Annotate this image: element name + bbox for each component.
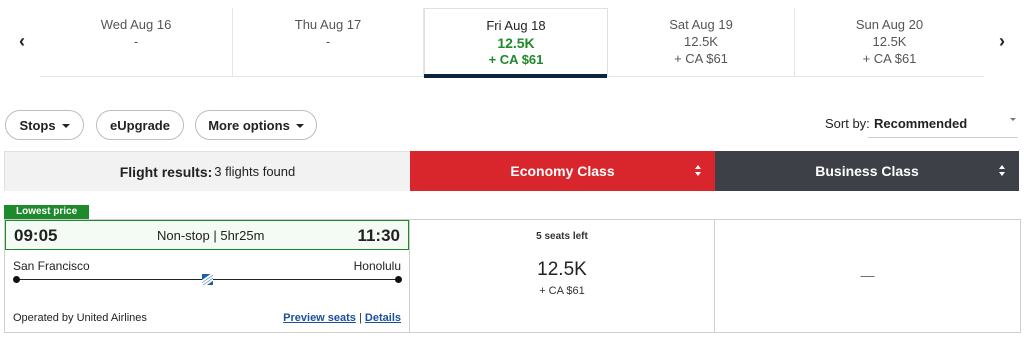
sort-arrows-icon: [695, 165, 703, 177]
economy-fare-cell[interactable]: 5 seats left 12.5K + CA $61: [410, 219, 715, 333]
chevron-right-icon[interactable]: ›: [992, 30, 1012, 52]
date-price: -: [325, 34, 331, 49]
seats-left-text: 5 seats left: [536, 231, 588, 242]
date-label: Wed Aug 16: [100, 17, 172, 32]
date-label: Sun Aug 20: [855, 17, 924, 32]
stops-filter-button[interactable]: Stops: [5, 110, 84, 140]
caret-down-icon: [295, 124, 304, 128]
preview-seats-link[interactable]: Preview seats: [283, 312, 356, 324]
date-price: 12.5K: [684, 34, 718, 49]
date-label: Fri Aug 18: [486, 18, 546, 33]
selected-date-indicator: [424, 74, 607, 78]
more-options-button[interactable]: More options: [195, 110, 317, 140]
date-fee: + CA $61: [488, 52, 544, 67]
details-link[interactable]: Details: [365, 312, 401, 324]
date-price: 12.5K: [497, 35, 535, 51]
departure-time: 09:05: [14, 226, 58, 245]
date-price: 12.5K: [872, 34, 907, 49]
flight-results-label: Flight results:: [119, 163, 213, 180]
flight-results-header: Flight results: 3 flights found: [4, 151, 410, 191]
date-price: -: [133, 34, 139, 49]
eupgrade-label: eUpgrade: [110, 117, 170, 133]
date-fee: + CA $61: [862, 51, 917, 66]
destination-dot: [395, 276, 402, 283]
date-option-wed-aug-16[interactable]: Wed Aug 16 -: [40, 8, 233, 76]
economy-miles: 12.5K: [537, 259, 587, 280]
united-airlines-globe-icon: [202, 274, 213, 285]
sort-by-label: Sort by:: [825, 116, 870, 131]
operated-by-text: Operated by United Airlines: [13, 312, 147, 324]
caret-down-icon: [61, 124, 70, 128]
origin-city: San Francisco: [13, 259, 90, 273]
sort-arrows-icon: [999, 165, 1007, 177]
date-option-sun-aug-20[interactable]: Sun Aug 20 12.5K + CA $61: [795, 8, 984, 76]
flight-results-count: 3 flights found: [214, 164, 296, 179]
economy-class-label: Economy Class: [510, 163, 615, 179]
business-unavailable: —: [860, 267, 875, 283]
business-fare-cell: —: [715, 219, 1021, 333]
economy-fee: + CA $61: [539, 285, 585, 297]
eupgrade-button[interactable]: eUpgrade: [96, 110, 184, 140]
flight-time-row: 09:05 Non-stop | 5hr25m 11:30: [5, 220, 409, 250]
date-selector: ‹ Wed Aug 16 - Thu Aug 17 - Fri Aug 18 1…: [0, 0, 1024, 82]
business-class-header[interactable]: Business Class: [715, 151, 1019, 191]
flight-card: 09:05 Non-stop | 5hr25m 11:30 San Franci…: [4, 219, 410, 333]
date-option-thu-aug-17[interactable]: Thu Aug 17 -: [233, 8, 424, 76]
economy-class-header[interactable]: Economy Class: [410, 151, 715, 191]
flight-summary: Non-stop | 5hr25m: [157, 228, 265, 243]
chevron-left-icon[interactable]: ‹: [12, 30, 32, 52]
lowest-price-badge: Lowest price: [4, 205, 90, 219]
date-label: Sat Aug 19: [669, 17, 733, 32]
date-option-fri-aug-18[interactable]: Fri Aug 18 12.5K + CA $61: [424, 8, 608, 76]
flight-links: Preview seats | Details: [283, 312, 401, 324]
date-fee: + CA $61: [674, 51, 728, 66]
caret-down-icon: [1010, 118, 1016, 121]
date-label: Thu Aug 17: [294, 17, 362, 32]
more-options-label: More options: [208, 117, 290, 133]
destination-city: Honolulu: [353, 259, 401, 273]
link-separator: |: [359, 312, 362, 324]
stops-filter-label: Stops: [19, 117, 56, 133]
date-option-sat-aug-19[interactable]: Sat Aug 19 12.5K + CA $61: [608, 8, 795, 76]
business-class-label: Business Class: [815, 163, 919, 179]
sort-by-value: Recommended: [874, 116, 968, 131]
origin-dot: [13, 276, 20, 283]
sort-by-select[interactable]: Recommended: [868, 108, 1018, 138]
arrival-time: 11:30: [357, 226, 400, 245]
